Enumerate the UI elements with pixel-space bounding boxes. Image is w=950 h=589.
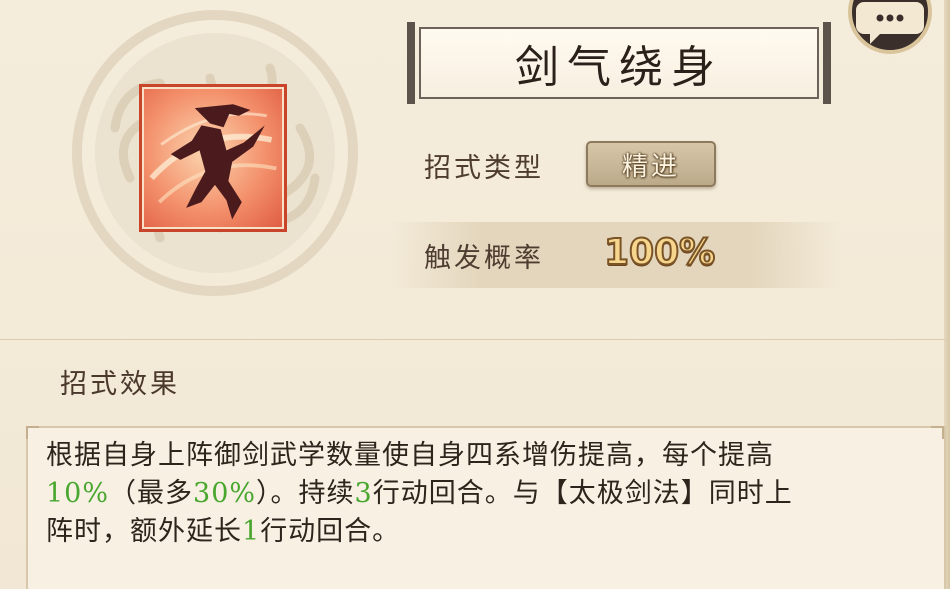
corner-ornament-icon [931, 426, 944, 439]
skill-type-badge: 精进 [586, 141, 716, 187]
skill-type-value: 精进 [621, 151, 680, 182]
trigger-rate-value: 100% [603, 231, 716, 274]
chat-button[interactable] [846, 0, 934, 56]
effect-value-percent: 10% [46, 478, 110, 509]
plaque-left-bar [407, 22, 415, 104]
section-divider [0, 339, 946, 340]
effect-line-1: 根据自身上阵御剑武学数量使自身四系增伤提高，每个提高 [46, 440, 774, 471]
skill-icon[interactable] [139, 84, 287, 232]
skill-title-plaque: 剑气绕身 [407, 22, 831, 104]
skill-type-label: 招式类型 [424, 153, 544, 184]
effect-line-3: 阵时，额外延长1行动回合。 [46, 516, 401, 547]
effect-extension: 1 [242, 516, 261, 547]
corner-ornament-icon [26, 426, 39, 439]
trigger-rate-label: 触发概率 [424, 243, 544, 274]
effect-max-percent: 30% [193, 478, 257, 509]
effect-section-title: 招式效果 [60, 369, 180, 400]
plaque-board: 剑气绕身 [419, 27, 819, 99]
effect-duration: 3 [354, 478, 373, 509]
effect-line-2: 10%（最多30%）。持续3行动回合。与【太极剑法】同时上 [46, 478, 793, 509]
skill-name: 剑气绕身 [515, 42, 723, 93]
plaque-right-bar [823, 22, 831, 104]
sword-qi-figure-icon [149, 104, 277, 220]
effect-description: 根据自身上阵御剑武学数量使自身四系增伤提高，每个提高 10%（最多30%）。持续… [46, 437, 916, 551]
